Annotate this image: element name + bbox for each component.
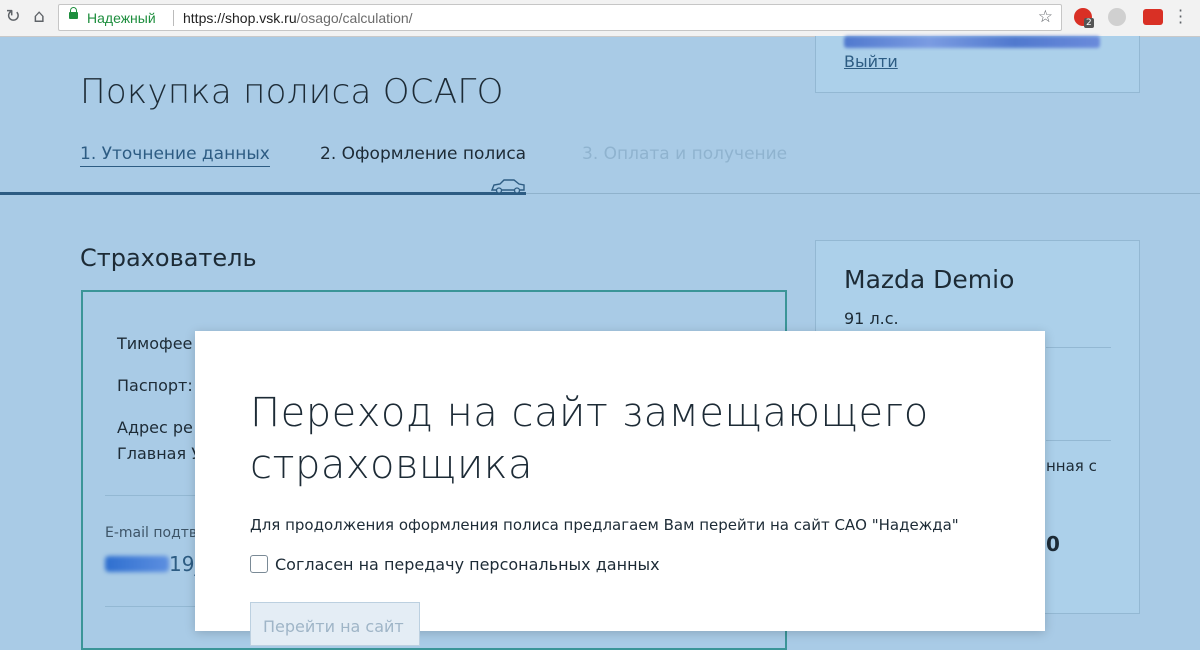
insurer-address-2: Главная У bbox=[117, 444, 201, 463]
car-divider-2 bbox=[1046, 440, 1111, 441]
insurer-passport: Паспорт: bbox=[117, 376, 193, 395]
step-clarify-data[interactable]: 1. Уточнение данных bbox=[80, 144, 270, 167]
email-label: E-mail подтв bbox=[105, 525, 198, 541]
insurer-name: Тимофее bbox=[117, 334, 193, 353]
extension-badge: 2 bbox=[1084, 18, 1094, 28]
logout-link[interactable]: Выйти bbox=[844, 52, 898, 71]
lock-icon bbox=[69, 7, 78, 19]
car-price-partial: 0 bbox=[1046, 532, 1060, 556]
car-model: Mazda Demio bbox=[844, 265, 1015, 294]
browser-menu-icon[interactable]: · · · bbox=[1178, 3, 1183, 31]
step-payment: 3. Оплата и получение bbox=[582, 144, 788, 164]
insurer-section-title: Страхователь bbox=[80, 244, 257, 272]
address-bar[interactable]: Надежный https://shop.vsk.ru/osago/calcu… bbox=[58, 4, 1062, 31]
step-policy-issue: 2. Оформление полиса bbox=[320, 144, 527, 164]
consent-checkbox[interactable] bbox=[250, 555, 268, 573]
page-title: Покупка полиса ОСАГО bbox=[80, 72, 504, 112]
secure-label: Надежный bbox=[87, 10, 156, 26]
modal-title: Переход на сайт замещающего страховщика bbox=[250, 390, 929, 488]
extension-shield-icon[interactable] bbox=[1108, 8, 1126, 26]
steps-progress-fill bbox=[0, 192, 526, 195]
email-redacted bbox=[105, 556, 169, 572]
insurer-address-1: Адрес ре bbox=[117, 418, 193, 437]
reload-icon[interactable]: ↻ bbox=[2, 6, 24, 28]
extension-menu-icon[interactable] bbox=[1143, 9, 1163, 25]
bookmark-star-icon[interactable]: ☆ bbox=[1038, 7, 1053, 27]
car-divider bbox=[1046, 347, 1111, 348]
address-separator bbox=[173, 10, 174, 26]
car-info-partial: нная с bbox=[1046, 457, 1097, 475]
go-to-site-button[interactable]: Перейти на сайт bbox=[250, 602, 420, 646]
url-host: https://shop.vsk.ru bbox=[183, 10, 297, 26]
car-icon bbox=[490, 179, 525, 194]
home-icon[interactable]: ⌂ bbox=[28, 6, 50, 28]
url-path: /osago/calculation/ bbox=[296, 10, 413, 26]
redirect-modal: Переход на сайт замещающего страховщика … bbox=[195, 331, 1045, 646]
browser-toolbar: ↻ ⌂ Надежный https://shop.vsk.ru/osago/c… bbox=[0, 0, 1200, 37]
consent-label[interactable]: Согласен на передачу персональных данных bbox=[275, 555, 660, 574]
modal-text: Для продолжения оформления полиса предла… bbox=[250, 516, 959, 534]
car-power: 91 л.с. bbox=[844, 309, 899, 328]
user-name-redacted bbox=[844, 36, 1100, 48]
user-account-box: Выйти bbox=[815, 36, 1140, 93]
url-text[interactable]: https://shop.vsk.ru/osago/calculation/ bbox=[183, 10, 413, 26]
